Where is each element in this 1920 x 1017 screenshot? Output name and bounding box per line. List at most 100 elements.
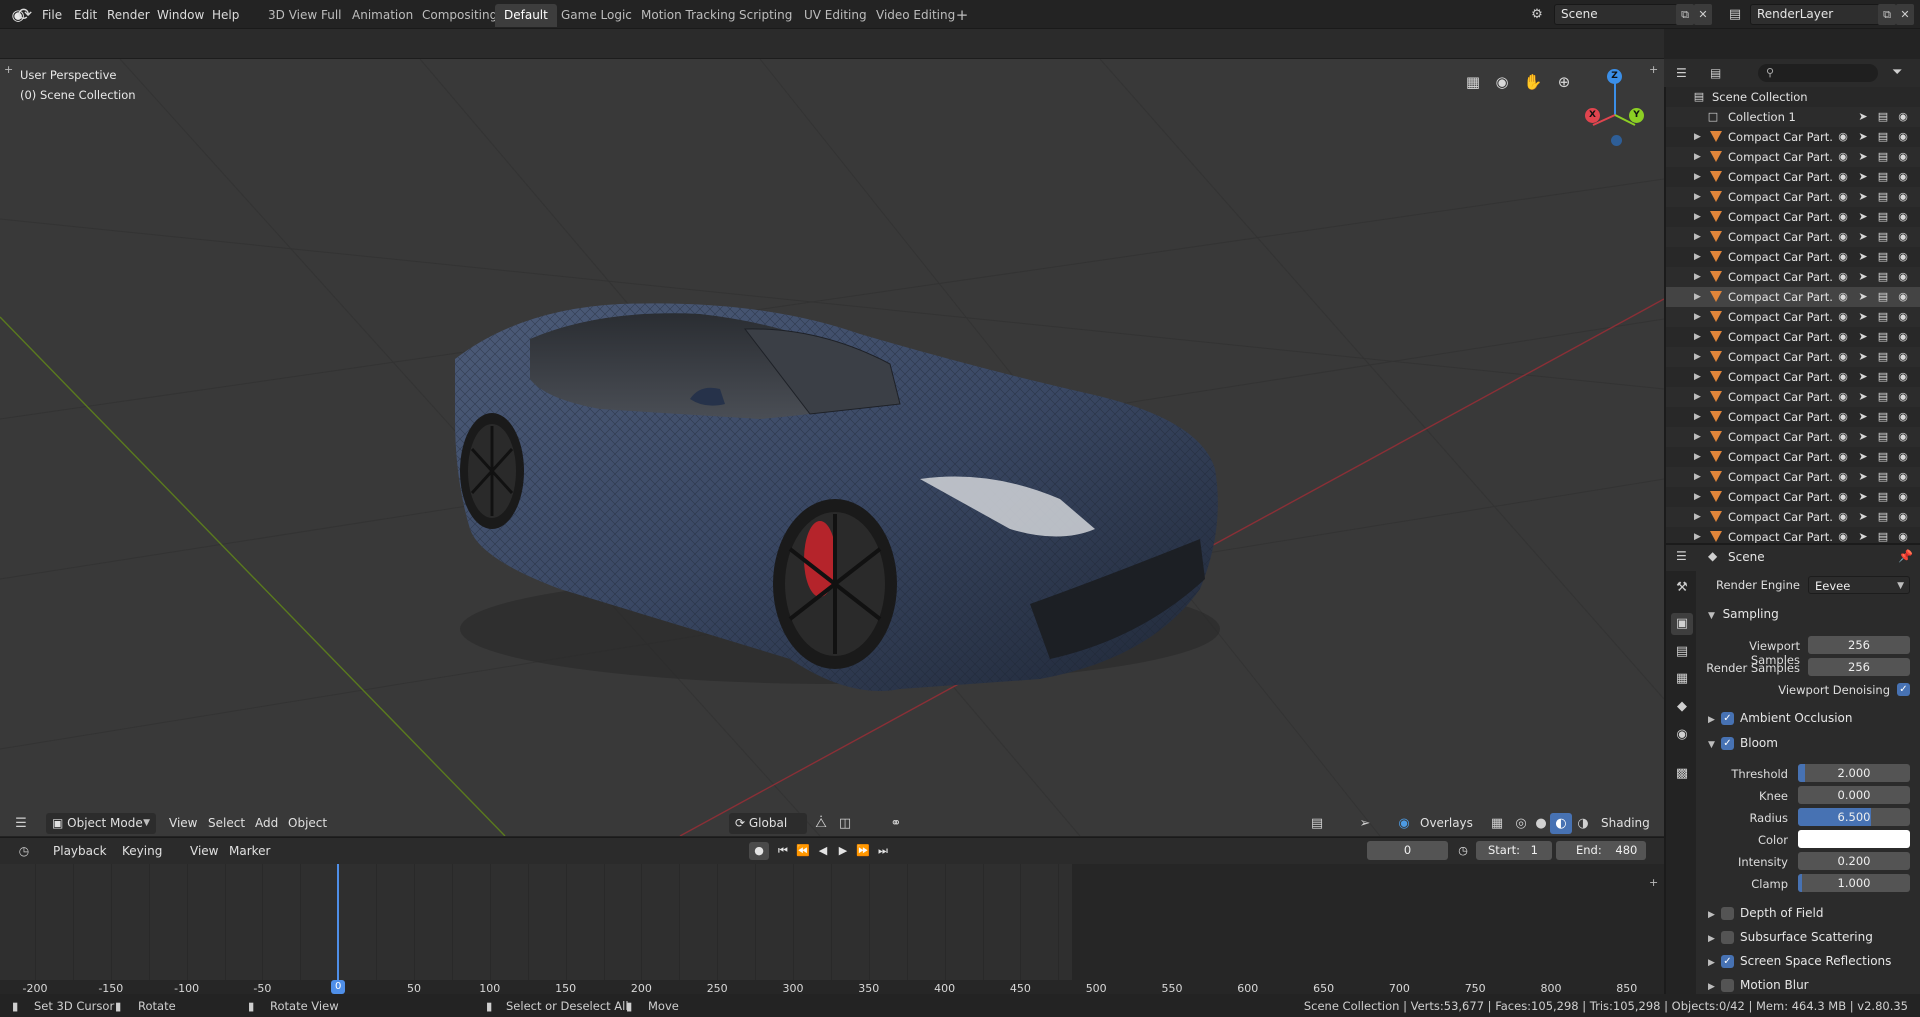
viewport-disable-icon[interactable]: ▤ (1876, 530, 1890, 544)
tab-view-layer-icon[interactable]: ▦ (1671, 668, 1693, 690)
display-mode-icon[interactable]: ▤ (1710, 64, 1736, 82)
outliner-object-row[interactable]: ▶ Compact Car Part.0(◉ ➤ ▤ ◉ (1666, 147, 1920, 167)
play-reverse-icon[interactable]: ◀ (813, 842, 833, 860)
eye-icon[interactable]: ◉ (1836, 350, 1850, 364)
viewport-visibility-icon[interactable]: ▤ (1876, 110, 1890, 124)
gizmo-toggle-icon[interactable]: ➢ (1354, 813, 1376, 834)
gizmo-neg-z[interactable] (1611, 135, 1622, 146)
expand-icon[interactable]: ▶ (1694, 307, 1701, 327)
viewport-samples-field[interactable]: 256 (1808, 636, 1910, 654)
selectable-icon[interactable]: ➤ (1856, 290, 1870, 304)
tab-scene-icon[interactable]: ◆ (1671, 696, 1693, 718)
viewport-disable-icon[interactable]: ▤ (1876, 470, 1890, 484)
timeline-area[interactable]: -200 -150 -100 -50 50 100 150 200 250 300 350 400 45… (0, 864, 1664, 994)
outliner-object-row[interactable]: ▶ Compact Car Part.0 ◉ ➤ ▤ ◉ (1666, 427, 1920, 447)
outliner-scene-collection[interactable]: ▤ Scene Collection (1666, 87, 1920, 107)
viewport-disable-icon[interactable]: ▤ (1876, 370, 1890, 384)
keying-menu[interactable]: Keying (116, 842, 168, 860)
outliner-search-input[interactable]: ⚲ (1758, 64, 1878, 82)
menu-render[interactable]: Render (101, 5, 156, 25)
wireframe-shading-icon[interactable]: ◎ (1510, 813, 1532, 834)
selectable-icon[interactable]: ➤ (1856, 110, 1870, 124)
render-camera-icon[interactable]: ◉ (1896, 450, 1910, 464)
timeline-view-menu[interactable]: View (184, 842, 224, 860)
clamp-slider[interactable]: 1.000 (1798, 874, 1910, 892)
view-layer-field[interactable]: RenderLayer (1750, 4, 1880, 25)
viewport-disable-icon[interactable]: ▤ (1876, 490, 1890, 504)
tab-game-logic[interactable]: Game Logic (552, 4, 641, 27)
selectable-icon[interactable]: ➤ (1856, 190, 1870, 204)
menu-object[interactable]: Object (282, 813, 333, 834)
knee-slider[interactable]: 0.000 (1798, 786, 1910, 804)
playback-menu[interactable]: Playback (47, 842, 113, 860)
depth-of-field-checkbox[interactable] (1721, 907, 1734, 920)
camera-view-icon[interactable]: ◉ (1489, 69, 1515, 95)
eye-icon[interactable]: ◉ (1836, 250, 1850, 264)
render-camera-icon[interactable]: ◉ (1896, 430, 1910, 444)
gizmo-y-axis[interactable]: Y (1629, 108, 1644, 123)
render-camera-icon[interactable]: ◉ (1896, 350, 1910, 364)
filter-icon[interactable]: ⏷ (1892, 63, 1914, 83)
eye-icon[interactable]: ◉ (1836, 230, 1850, 244)
timeline-editor-icon[interactable]: ◷ (12, 842, 36, 860)
play-icon[interactable]: ▶ (833, 842, 853, 860)
render-engine-dropdown[interactable]: Eevee ▼ (1808, 576, 1910, 594)
selectable-icon[interactable]: ➤ (1856, 350, 1870, 364)
render-samples-field[interactable]: 256 (1808, 658, 1910, 676)
menu-file[interactable]: File (36, 5, 68, 25)
ambient-occlusion-checkbox[interactable]: ✓ (1721, 712, 1734, 725)
overlays-dropdown[interactable]: Overlays (1414, 813, 1479, 834)
render-camera-icon[interactable]: ◉ (1896, 310, 1910, 324)
viewport-disable-icon[interactable]: ▤ (1876, 510, 1890, 524)
render-camera-icon[interactable]: ◉ (1896, 330, 1910, 344)
xray-icon[interactable]: ▦ (1486, 813, 1508, 834)
selectable-icon[interactable]: ➤ (1856, 510, 1870, 524)
record-icon[interactable]: ● (749, 842, 769, 860)
tab-animation[interactable]: Animation (343, 4, 422, 27)
outliner-object-row[interactable]: ▶ Compact Car Part.0 ◉ ➤ ▤ ◉ (1666, 347, 1920, 367)
menu-view[interactable]: View (163, 813, 203, 834)
selectable-icon[interactable]: ➤ (1856, 450, 1870, 464)
selectable-icon[interactable]: ➤ (1856, 490, 1870, 504)
add-workspace-icon[interactable]: + (953, 5, 971, 25)
editor-type-icon[interactable]: ☰ (10, 813, 32, 834)
render-camera-icon[interactable]: ◉ (1896, 290, 1910, 304)
tab-tool-icon[interactable]: ⚒ (1671, 577, 1693, 599)
motion-blur-panel[interactable]: ▶ (1708, 975, 1715, 995)
tab-render-icon[interactable]: ▣ (1671, 613, 1693, 635)
eye-icon[interactable]: ◉ (1836, 130, 1850, 144)
render-camera-icon[interactable]: ◉ (1896, 210, 1910, 224)
render-camera-icon[interactable]: ◉ (1896, 390, 1910, 404)
scene-browse-icon[interactable]: ⚙ (1526, 6, 1548, 24)
start-frame-field[interactable]: Start: 1 (1476, 841, 1552, 860)
delete-view-layer-icon[interactable]: ✕ (1896, 4, 1914, 25)
expand-icon[interactable]: ▶ (1694, 447, 1701, 467)
render-camera-icon[interactable]: ◉ (1896, 170, 1910, 184)
end-frame-field[interactable]: End: 480 (1556, 841, 1646, 860)
jump-end-icon[interactable]: ⏭ (873, 842, 893, 860)
sidebar-toggle-icon[interactable]: + (1649, 63, 1658, 76)
render-camera-icon[interactable]: ◉ (1896, 190, 1910, 204)
viewport-disable-icon[interactable]: ▤ (1876, 150, 1890, 164)
viewport-disable-icon[interactable]: ▤ (1876, 250, 1890, 264)
outliner-object-row[interactable]: ▶ Compact Car Part.0 ◉ ➤ ▤ ◉ (1666, 207, 1920, 227)
render-camera-icon[interactable]: ◉ (1896, 250, 1910, 264)
outliner-object-row[interactable]: ▶ Compact Car Part.0 ◉ ➤ ▤ ◉ (1666, 367, 1920, 387)
tab-uv-editing[interactable]: UV Editing (795, 4, 876, 27)
menu-window[interactable]: Window (151, 5, 210, 25)
subsurface-panel[interactable]: ▶ (1708, 927, 1715, 947)
render-camera-icon[interactable]: ◉ (1896, 270, 1910, 284)
menu-edit[interactable]: Edit (68, 5, 103, 25)
viewport-disable-icon[interactable]: ▤ (1876, 430, 1890, 444)
selectable-icon[interactable]: ➤ (1856, 530, 1870, 544)
prev-keyframe-icon[interactable]: ⏪ (793, 842, 813, 860)
render-visibility-icon[interactable]: ◉ (1896, 110, 1910, 124)
motion-blur-checkbox[interactable] (1721, 979, 1734, 992)
3d-viewport[interactable]: User Perspective (0) Scene Collection ▦ … (0, 59, 1664, 836)
outliner-editor-icon[interactable]: ☰ (1676, 64, 1702, 82)
outliner-object-row[interactable]: ▶ Compact Car Part.0(◉ ➤ ▤ ◉ (1666, 187, 1920, 207)
delete-scene-icon[interactable]: ✕ (1694, 4, 1712, 25)
rendered-shading-icon[interactable]: ◑ (1572, 813, 1594, 834)
overlay-toggle-icon[interactable]: ◉ (1393, 813, 1415, 834)
properties-editor-icon[interactable]: ☰ (1676, 549, 1687, 563)
